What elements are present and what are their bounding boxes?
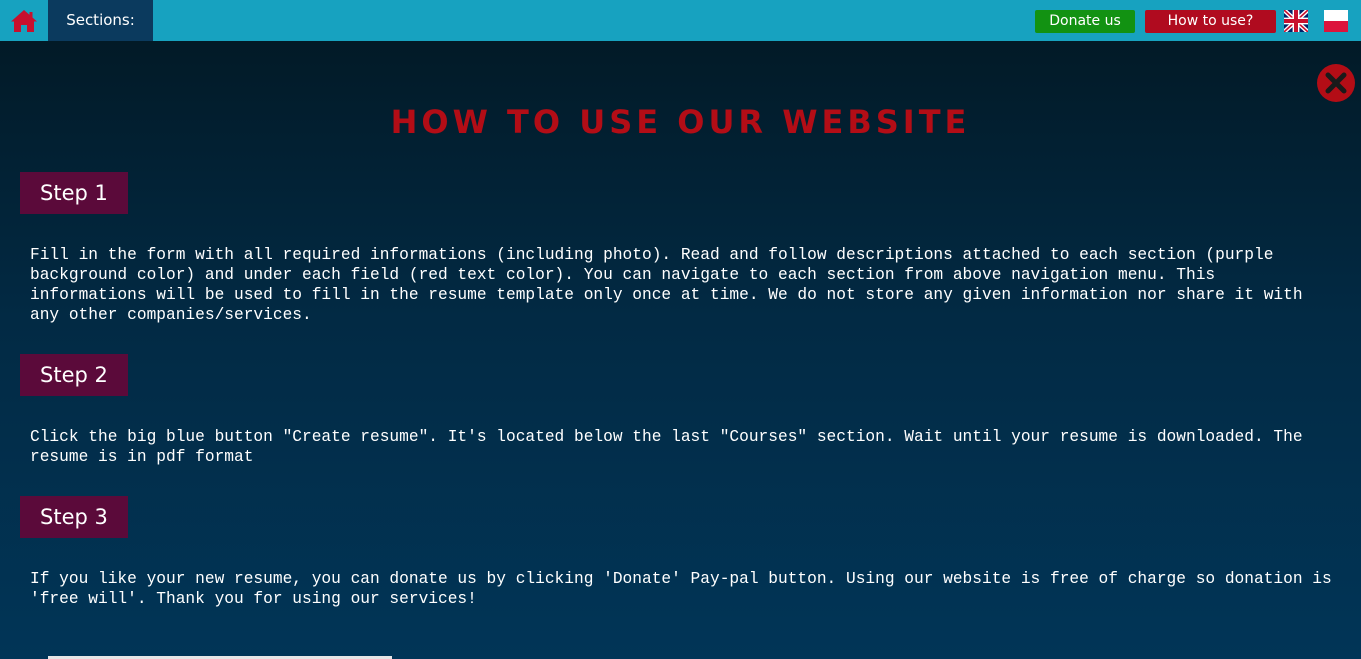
how-to-use-modal: HOW TO USE OUR WEBSITE Step 1 Fill in th…	[0, 41, 1361, 659]
pl-flag-icon[interactable]	[1324, 10, 1348, 32]
sections-menu-button[interactable]: Sections:	[48, 0, 153, 41]
how-to-use-button[interactable]: How to use?	[1145, 10, 1276, 33]
donate-button[interactable]: Donate us	[1035, 10, 1135, 33]
step-3-text: If you like your new resume, you can don…	[30, 570, 1332, 608]
close-button[interactable]	[1316, 63, 1356, 103]
uk-flag-icon[interactable]	[1282, 8, 1310, 34]
home-icon	[11, 9, 37, 32]
step-3-label: Step 3	[20, 496, 128, 538]
top-navigation-bar: Sections: Donate us How to use?	[0, 0, 1361, 41]
modal-title: HOW TO USE OUR WEBSITE	[390, 103, 971, 141]
step-1-text: Fill in the form with all required infor…	[30, 246, 1303, 324]
step-1-label: Step 1	[20, 172, 128, 214]
step-2-label: Step 2	[20, 354, 128, 396]
step-2-text: Click the big blue button "Create resume…	[30, 428, 1303, 466]
close-icon	[1317, 64, 1355, 102]
home-button[interactable]	[0, 0, 48, 41]
